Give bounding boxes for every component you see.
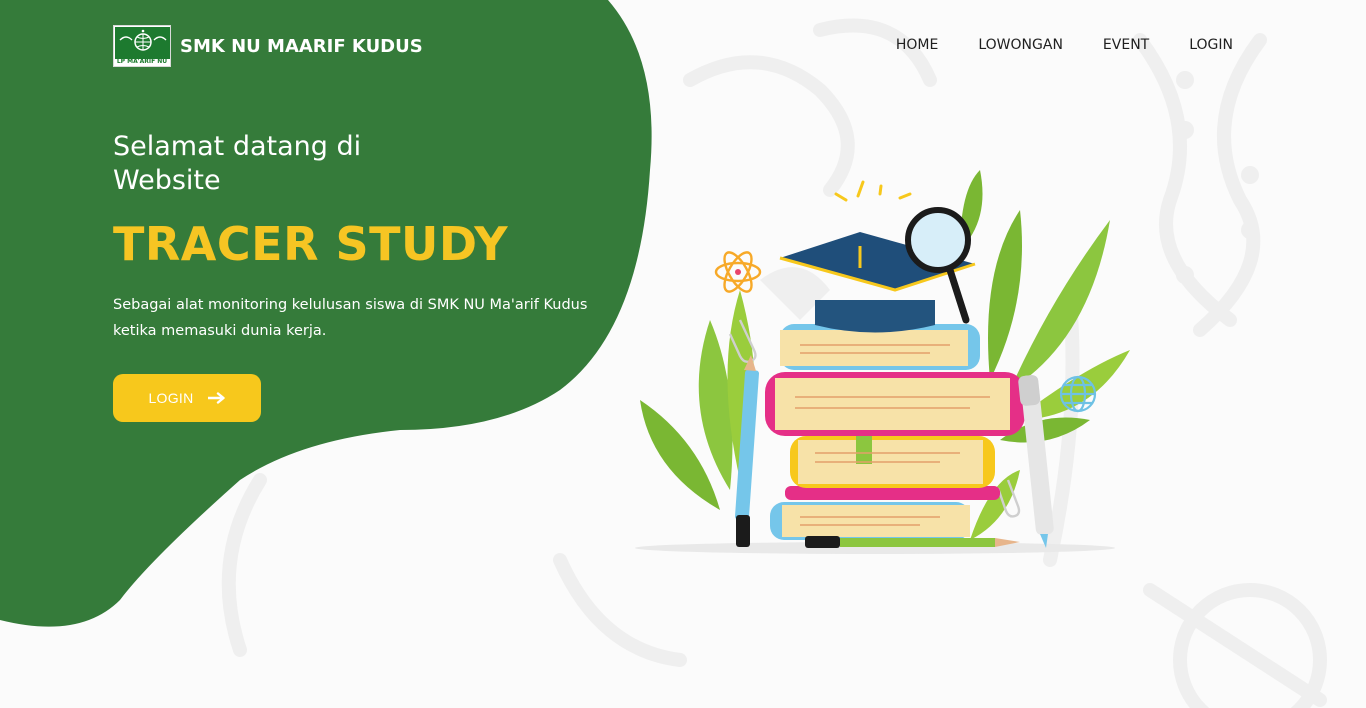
- hero-description: Sebagai alat monitoring kelulusan siswa …: [113, 297, 588, 339]
- nav-home[interactable]: HOME: [896, 37, 938, 53]
- hero-title: TRACER STUDY: [113, 217, 509, 271]
- nav-login[interactable]: LOGIN: [1189, 37, 1233, 53]
- brand-logo-link[interactable]: LP MA'ARIF NU SMK NU MAARIF KUDUS: [113, 25, 423, 67]
- site-header: LP MA'ARIF NU SMK NU MAARIF KUDUS HOME L…: [0, 0, 1366, 92]
- education-illustration: [635, 170, 1130, 554]
- arrow-right-icon: [207, 392, 226, 404]
- nav-lowongan[interactable]: LOWONGAN: [978, 37, 1063, 53]
- atom-icon: [714, 251, 762, 293]
- logo-caption: LP MA'ARIF NU: [116, 58, 168, 65]
- hero-login-button[interactable]: LOGIN: [113, 374, 261, 422]
- nav-event[interactable]: EVENT: [1103, 37, 1149, 53]
- site-name: SMK NU MAARIF KUDUS: [180, 35, 423, 57]
- cta-label: LOGIN: [148, 390, 194, 406]
- welcome-text: Selamat datang di Website: [113, 131, 362, 196]
- main-nav: HOME LOWONGAN EVENT LOGIN: [896, 37, 1233, 53]
- nu-logo: LP MA'ARIF NU: [113, 25, 171, 67]
- hero-section: Selamat datang di Website TRACER STUDY S…: [113, 130, 613, 422]
